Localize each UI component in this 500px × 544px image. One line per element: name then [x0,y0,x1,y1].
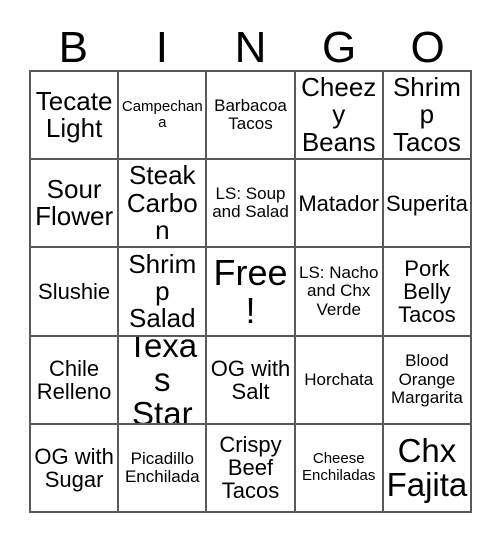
bingo-cell-label: Cheezy Beans [301,72,377,157]
bingo-grid: Tecate Light Campechana Barbacoa Tacos C… [29,70,473,514]
bingo-cell[interactable]: LS: Nacho and Chx Verde [295,248,384,337]
bingo-cell-label: LS: Soup and Salad [212,183,289,222]
bingo-row: OG with Sugar Picadillo Enchilada Crispy… [31,424,473,514]
bingo-header-letter-n: N [234,23,267,72]
bingo-cell-label: Cheese Enchiladas [302,450,376,484]
bingo-cell[interactable]: Matador [295,160,384,249]
bingo-header-row: B I N G O [29,14,472,70]
bingo-cell-label: Chx Fajita [386,431,468,503]
bingo-cell-label: Free! [213,252,288,331]
bingo-cell-label: Shrimp Salad [128,248,197,334]
bingo-header-letter-g: G [321,23,357,72]
bingo-cell[interactable]: Pork Belly Tacos [383,248,473,337]
bingo-cell[interactable]: Chile Relleno [31,336,120,425]
bingo-cell-label: Barbacoa Tacos [214,95,287,134]
bingo-cell-label: Pork Belly Tacos [398,255,456,328]
bingo-cell[interactable]: Texas Star [119,336,208,425]
bingo-cell[interactable]: Horchata [295,336,384,425]
bingo-cell-label: Tecate Light [35,85,113,144]
bingo-header-letter-i: I [155,23,168,72]
bingo-cell[interactable]: Chx Fajita [383,424,473,514]
bingo-cell-label: Campechana [121,97,203,132]
bingo-cell[interactable]: Cheese Enchiladas [295,424,384,514]
bingo-cell[interactable]: Picadillo Enchilada [119,424,208,514]
bingo-cell-label: OG with Sugar [34,443,114,492]
bingo-cell-label: Sour Flower [35,174,114,232]
bingo-cell[interactable]: OG with Sugar [31,424,120,514]
bingo-cell-label: Chile Relleno [36,355,112,404]
bingo-cell[interactable]: Sour Flower [31,160,120,249]
bingo-header-letter-o: O [410,23,445,72]
bingo-cell[interactable]: Barbacoa Tacos [207,72,296,161]
bingo-cell[interactable]: Shrimp Salad [119,248,208,337]
bingo-cell-label: Texas Star [127,336,198,425]
bingo-cell[interactable]: Crispy Beef Tacos [207,424,296,514]
bingo-cell[interactable]: Cheezy Beans [295,72,384,161]
bingo-cell-label: Steak Carbon [126,160,198,245]
bingo-cell-label: Slushie [38,278,111,304]
bingo-cell-label: Crispy Beef Tacos [219,432,282,504]
bingo-row: Sour Flower Steak Carbon LS: Soup and Sa… [31,160,473,249]
bingo-row: Tecate Light Campechana Barbacoa Tacos C… [31,72,473,161]
bingo-cell-label: Horchata [304,369,374,389]
bingo-row: Chile Relleno Texas Star OG with Salt Ho… [31,336,473,425]
bingo-cell[interactable]: Tecate Light [31,72,120,161]
bingo-cell-label: Picadillo Enchilada [124,448,200,486]
bingo-cell[interactable]: Superita [383,160,473,249]
bingo-cell-label: Matador [298,190,380,216]
bingo-cell[interactable]: Shrimp Tacos [383,72,473,161]
bingo-cell[interactable]: Blood Orange Margarita [383,336,473,425]
bingo-cell-label: Superita [385,190,468,216]
bingo-cell[interactable]: LS: Soup and Salad [207,160,296,249]
bingo-cell[interactable]: Steak Carbon [119,160,208,249]
bingo-row: Slushie Shrimp Salad Free! LS: Nacho and… [31,248,473,337]
bingo-card: B I N G O Tecate Light Campechana Barbac… [29,14,473,514]
bingo-cell[interactable]: Campechana [119,72,208,161]
bingo-cell-free-space[interactable]: Free! [207,248,296,337]
bingo-cell-label: OG with Salt [210,355,291,404]
bingo-cell[interactable]: OG with Salt [207,336,296,425]
bingo-cell[interactable]: Slushie [31,248,120,337]
bingo-cell-label: Blood Orange Margarita [391,351,463,407]
bingo-cell-label: LS: Nacho and Chx Verde [299,262,379,319]
bingo-cell-label: Shrimp Tacos [392,72,461,157]
bingo-header-letter-b: B [58,23,88,72]
